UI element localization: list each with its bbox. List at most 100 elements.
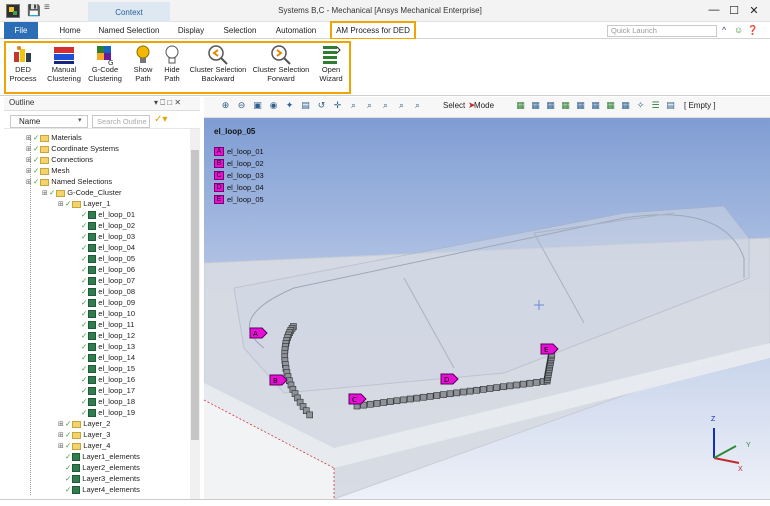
view-tool-icon[interactable]: ▣: [252, 100, 263, 111]
view-tool-icon[interactable]: ⌕: [412, 100, 423, 111]
selection-filter-icon[interactable]: ▦: [545, 100, 556, 111]
view-tool-icon[interactable]: ⌕: [380, 100, 391, 111]
tree-node[interactable]: ✓ Layer2_elements: [58, 462, 140, 473]
cluster-selection-backward-button[interactable]: Cluster Selection Backward: [188, 44, 248, 92]
tree-node[interactable]: ✓ el_loop_04: [74, 242, 135, 253]
tree-node[interactable]: ✓ el_loop_17: [74, 385, 135, 396]
selection-filter-icon[interactable]: ▦: [620, 100, 631, 111]
view-tool-icon[interactable]: ◉: [268, 100, 279, 111]
manual-clustering-button[interactable]: Manual Clustering: [44, 44, 84, 92]
tree-node[interactable]: ✓ el_loop_08: [74, 286, 135, 297]
view-tool-icon[interactable]: ⊕: [220, 100, 231, 111]
expand-icon[interactable]: ⊞: [58, 199, 65, 210]
select-label[interactable]: Select: [443, 101, 465, 110]
selection-filter-icon[interactable]: ✧: [635, 100, 646, 111]
tree-node[interactable]: ✓ Layer1_elements: [58, 451, 140, 462]
outline-name-select[interactable]: Name: [10, 115, 88, 128]
tab-named-selection[interactable]: Named Selection: [93, 22, 165, 39]
selection-filter-icon[interactable]: ▦: [605, 100, 616, 111]
selection-filter-icon[interactable]: ▦: [530, 100, 541, 111]
tree-node[interactable]: ✓ el_loop_19: [74, 407, 135, 418]
tree-node[interactable]: ⊞✓ Materials: [26, 132, 82, 143]
feedback-icon[interactable]: ☺: [734, 25, 743, 35]
open-wizard-button[interactable]: Open Wizard: [316, 44, 346, 92]
tree-node[interactable]: ✓ el_loop_18: [74, 396, 135, 407]
view-tool-icon[interactable]: ↺: [316, 100, 327, 111]
minimize-button[interactable]: —: [706, 4, 722, 16]
chevron-down-icon[interactable]: ▾: [78, 116, 82, 124]
hide-path-button[interactable]: Hide Path: [159, 44, 185, 92]
tree-node[interactable]: ✓ el_loop_05: [74, 253, 135, 264]
expand-icon[interactable]: ⊞: [42, 188, 49, 199]
view-tool-icon[interactable]: ✦: [284, 100, 295, 111]
tree-node[interactable]: ⊞✓ Layer_1: [58, 198, 110, 209]
tree-node[interactable]: ✓ el_loop_14: [74, 352, 135, 363]
selection-filter-icon[interactable]: ▦: [575, 100, 586, 111]
tree-node[interactable]: ✓ el_loop_02: [74, 220, 135, 231]
tree-node[interactable]: ⊞✓ Layer_4: [58, 440, 110, 451]
tab-automation[interactable]: Automation: [268, 22, 324, 39]
app-logo-icon[interactable]: [6, 4, 20, 18]
quick-access-menu-icon[interactable]: ≡: [44, 2, 50, 13]
selection-filter-icon[interactable]: ▦: [560, 100, 571, 111]
tree-node[interactable]: ✓ el_loop_11: [74, 319, 134, 330]
tree-node[interactable]: ✓ el_loop_12: [74, 330, 135, 341]
view-tool-icon[interactable]: ⌕: [364, 100, 375, 111]
selection-filter-icon[interactable]: ▦: [515, 100, 526, 111]
status-strip: [0, 499, 770, 506]
tree-node[interactable]: ⊞✓ Connections: [26, 154, 93, 165]
help-icon[interactable]: ❓: [747, 25, 758, 36]
tree-node[interactable]: ✓ el_loop_01: [74, 209, 135, 220]
selection-filter-icon[interactable]: ▦: [590, 100, 601, 111]
tree-node[interactable]: ✓ el_loop_15: [74, 363, 135, 374]
tree-node[interactable]: ✓ el_loop_16: [74, 374, 135, 385]
tree-node[interactable]: ✓ el_loop_03: [74, 231, 135, 242]
tab-home[interactable]: Home: [48, 22, 92, 39]
close-button[interactable]: ✕: [746, 4, 762, 17]
viewport-title: el_loop_05: [214, 127, 256, 136]
view-tool-icon[interactable]: ⊖: [236, 100, 247, 111]
tree-node-label: Layer_2: [83, 419, 111, 428]
tab-am-process-for-ded[interactable]: AM Process for DED: [330, 21, 416, 40]
tree-node[interactable]: ⊞✓ Layer_3: [58, 429, 110, 440]
element-set-icon: [88, 310, 97, 319]
collapse-ribbon-icon[interactable]: ^: [722, 25, 726, 35]
tab-file[interactable]: File: [4, 22, 38, 39]
outline-pin-icon[interactable]: ▾ ⎕ □ ✕: [154, 98, 181, 108]
tree-node[interactable]: ⊞✓ Mesh: [26, 165, 70, 176]
mode-dropdown[interactable]: Mode: [474, 101, 494, 110]
tab-display[interactable]: Display: [169, 22, 213, 39]
tree-node[interactable]: ⊞✓ G-Code_Cluster: [42, 187, 122, 198]
view-tool-icon[interactable]: ▤: [300, 100, 311, 111]
manual-clustering-icon: [52, 44, 76, 66]
tree-node[interactable]: ✓ el_loop_10: [74, 308, 135, 319]
show-path-button[interactable]: Show Path: [130, 44, 156, 92]
view-tool-icon[interactable]: ⌕: [348, 100, 359, 111]
tree-node[interactable]: ⊞✓ Named Selections: [26, 176, 112, 187]
tree-node[interactable]: ⊞✓ Coordinate Systems: [26, 143, 119, 154]
ded-process-button[interactable]: DED Process: [7, 44, 39, 92]
selection-filter-icon[interactable]: ☰: [650, 100, 661, 111]
graphics-viewport[interactable]: ABCDE: [204, 118, 770, 499]
tree-node[interactable]: ✓ el_loop_09: [74, 297, 135, 308]
gcode-clustering-button[interactable]: G G-Code Clustering: [86, 44, 124, 92]
tree-node[interactable]: ✓ el_loop_07: [74, 275, 135, 286]
tree-node[interactable]: ✓ el_loop_13: [74, 341, 135, 352]
view-tool-icon[interactable]: ✛: [332, 100, 343, 111]
tree-node[interactable]: ✓ Layer4_elements: [58, 484, 140, 495]
tree-node[interactable]: ✓ el_loop_06: [74, 264, 135, 275]
cluster-selection-forward-button[interactable]: Cluster Selection Forward: [250, 44, 312, 92]
quick-launch-input[interactable]: Quick Launch: [607, 25, 717, 37]
tree-node[interactable]: ✓ Layer3_elements: [58, 473, 140, 484]
selection-filter-icon[interactable]: ▤: [665, 100, 676, 111]
gcode-clustering-icon: G: [93, 44, 117, 67]
search-options-icon[interactable]: ✓▾: [154, 114, 167, 125]
save-icon[interactable]: 💾: [27, 4, 41, 17]
tree-node[interactable]: ⊞✓ Layer_2: [58, 418, 110, 429]
outline-search-input[interactable]: Search Outline: [92, 115, 150, 128]
maximize-button[interactable]: ☐: [726, 4, 742, 17]
wizard-list-icon: [319, 44, 343, 66]
tab-selection[interactable]: Selection: [217, 22, 263, 39]
outline-scroll-thumb[interactable]: [191, 150, 199, 440]
view-tool-icon[interactable]: ⌕: [396, 100, 407, 111]
